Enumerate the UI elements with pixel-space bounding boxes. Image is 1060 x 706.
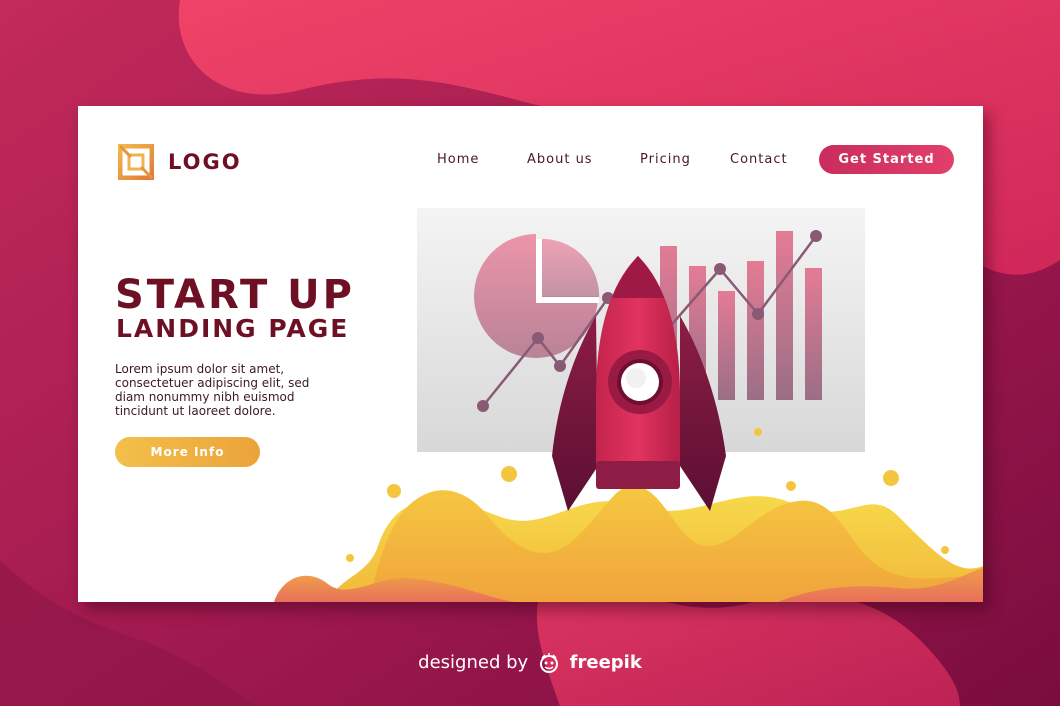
get-started-button[interactable]: Get Started (819, 145, 954, 174)
credit-brand: freepik (569, 652, 642, 673)
nav-item-pricing[interactable]: Pricing (640, 152, 691, 167)
logo[interactable]: LOGO (118, 144, 242, 180)
hero-subtitle: LANDING PAGE (116, 314, 350, 343)
nav-item-home[interactable]: Home (437, 152, 479, 167)
landing-card: LOGO Home About us Pricing Contact Get S… (78, 106, 983, 602)
credit-line[interactable]: designed by freepik (0, 652, 1060, 673)
nav-item-contact[interactable]: Contact (730, 152, 788, 167)
nav-item-about-us[interactable]: About us (527, 152, 593, 167)
more-info-button[interactable]: More Info (115, 437, 260, 467)
freepik-mascot-icon (539, 653, 558, 673)
hero-body-text: Lorem ipsum dolor sit amet, consectetuer… (115, 362, 310, 418)
credit-prefix: designed by (418, 652, 529, 673)
logo-text: LOGO (168, 150, 242, 174)
hero-title: START UP (115, 272, 355, 318)
illustration (274, 208, 983, 602)
square-frame-icon (118, 144, 154, 180)
